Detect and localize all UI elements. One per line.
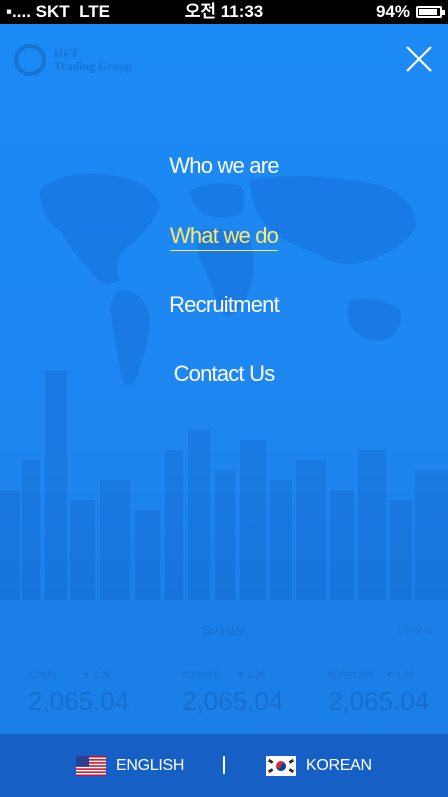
index-value: 2,065.04	[182, 686, 284, 716]
menu-item-contact-us[interactable]: Contact Us	[0, 361, 448, 387]
status-right: 94%	[375, 0, 445, 24]
kr-flag-icon	[266, 755, 296, 776]
company-logo[interactable]: HFT Trading Group	[14, 44, 132, 76]
index-value: 2,065.04	[28, 686, 130, 716]
battery-percent: 94%	[375, 2, 410, 21]
index-name: KOSPI 200	[328, 670, 374, 680]
menu-item-label: Recruitment	[169, 292, 280, 317]
index-change: ▼ 1.26	[385, 670, 414, 680]
logo-text: HFT Trading Group	[54, 47, 132, 73]
market-title: 증시정보	[201, 624, 247, 638]
index-value: 2,065.04	[328, 686, 430, 716]
language-english-label: ENGLISH	[116, 756, 185, 774]
language-english-button[interactable]: ENGLISH	[76, 734, 184, 797]
language-korean-label: KOREAN	[306, 756, 372, 774]
index-change: ▼ 1.26	[236, 670, 265, 680]
menu-item-what-we-do[interactable]: What we do	[0, 223, 448, 251]
menu-item-label: Who we are	[169, 153, 279, 178]
logo-emblem-icon	[14, 44, 46, 76]
index-name: KOSDAQ	[182, 670, 221, 680]
menu-item-label: Contact Us	[173, 361, 276, 386]
close-icon[interactable]	[404, 44, 434, 74]
language-divider	[223, 756, 225, 774]
us-flag-icon	[76, 755, 106, 776]
market-more-link[interactable]: + 더보기	[396, 622, 432, 637]
battery-icon	[416, 6, 445, 18]
menu-item-recruitment[interactable]: Recruitment	[0, 292, 448, 318]
menu-item-label: What we do	[169, 223, 279, 251]
language-bar: ENGLISH KOREAN	[0, 734, 448, 797]
index-change: ▼ 1.26	[82, 670, 111, 680]
index-name: KOSPI	[28, 670, 56, 680]
language-korean-button[interactable]: KOREAN	[266, 734, 372, 797]
status-bar: ▪.... SKT LTE 오전 11:33 94%	[0, 0, 448, 24]
logo-line2: Trading Group	[54, 59, 132, 73]
menu-item-who-we-are[interactable]: Who we are	[0, 153, 448, 179]
menu-screen: ▪.... SKT LTE 오전 11:33 94% HFT Trading G…	[0, 0, 448, 797]
market-info-section: 증시정보 + 더보기 KOSPI ▼ 1.26 2,065.04 KOSDAQ …	[0, 600, 448, 734]
